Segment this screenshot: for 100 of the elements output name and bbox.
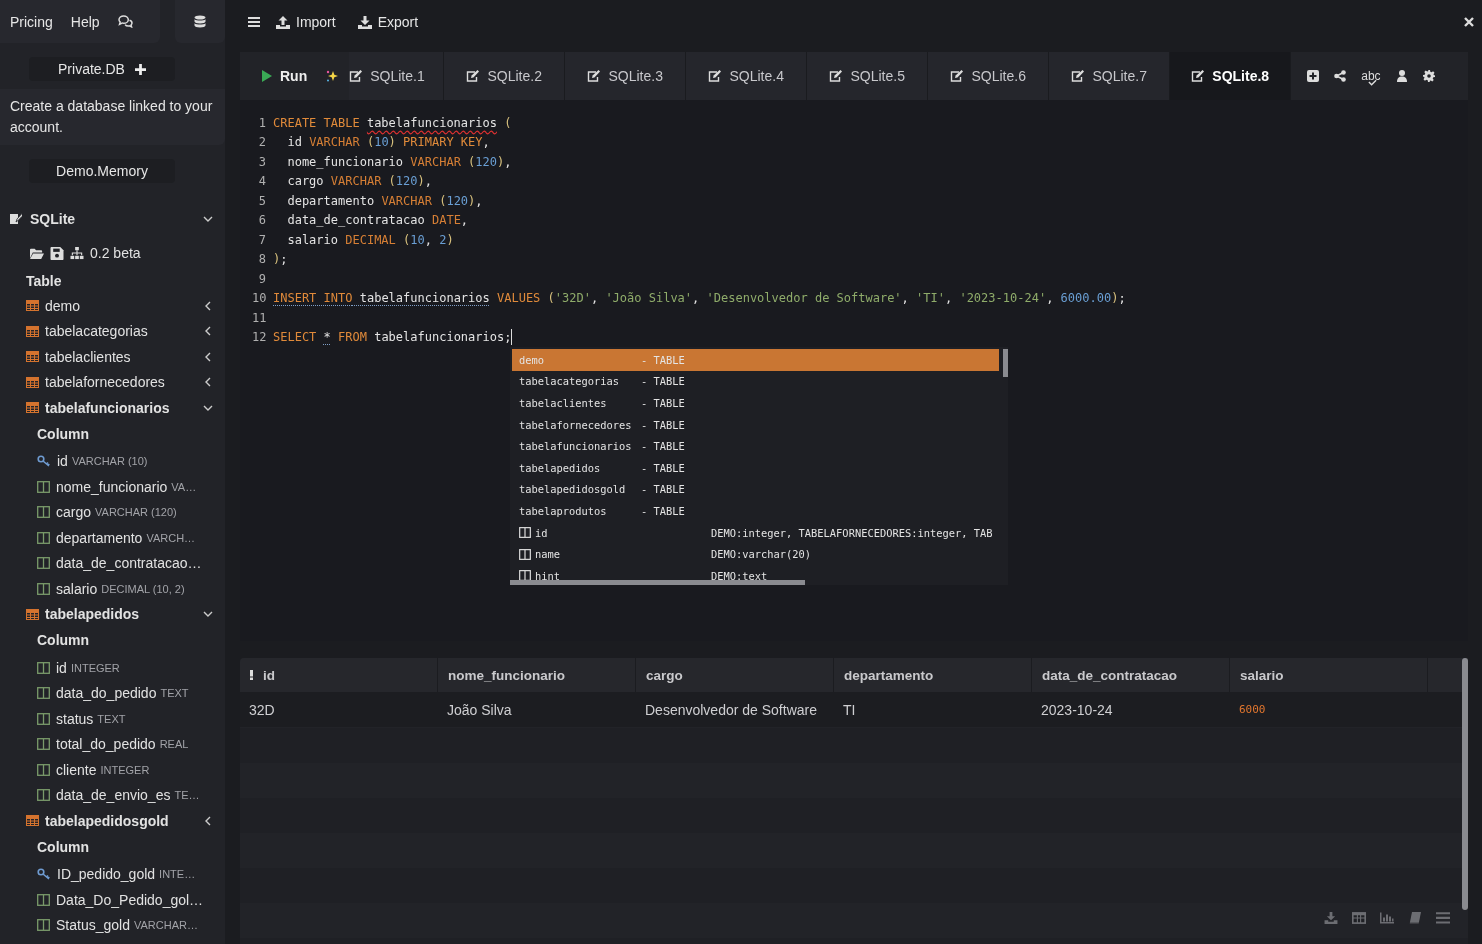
version-label: 0.2 beta [90,245,141,261]
line-number: 5 [257,193,266,208]
chevron-left-icon [203,351,213,362]
code-line: nome_funcionario VARCHAR (120), [286,154,512,169]
table-icon [26,402,39,414]
column-item[interactable]: Data_Do_Pedido_gol… [0,887,225,913]
run-button[interactable]: Run [240,52,308,100]
demo-memory-button[interactable]: Demo.Memory [29,159,175,183]
edit-icon [708,70,723,82]
suggestion-item[interactable]: tabelafuncionarios - TABLE [512,435,999,457]
column-header: Column [36,631,91,650]
line-number: 9 [257,271,266,286]
table-item[interactable]: tabelaclientes [0,344,225,370]
column-item[interactable]: data_de_envio_es TE… [0,782,225,808]
database-header[interactable]: SQLite [0,191,225,229]
notebook-icon [10,213,22,225]
line-number: 12 [252,330,266,345]
column-item[interactable]: id VARCHAR (10) [0,448,225,474]
editor-tab[interactable]: SQLite.6 [928,52,1050,100]
download-icon[interactable] [1324,912,1338,924]
column-item[interactable]: total_do_pedido REAL [0,731,225,757]
table-item[interactable]: tabelapedidos [0,601,225,627]
column-item[interactable]: nome_funcionario VA… [0,474,225,500]
suggestion-item[interactable]: id DEMO:integer, TABELAFORNECEDORES:integer, TAB [512,521,999,544]
column-item[interactable]: data_de_contratacao… [0,550,225,576]
edit-icon [466,70,481,82]
suggestion-item[interactable]: name DEMO:varchar(20) [512,543,999,565]
edit-icon [349,70,364,82]
table-item[interactable]: demo [0,293,225,319]
suggestion-item[interactable]: tabelaclientes - TABLE [512,392,999,414]
sitemap-icon[interactable] [70,246,84,260]
folder-icon[interactable] [30,246,44,260]
line-number: 4 [257,174,266,189]
export-button[interactable]: Export [357,14,419,30]
edit-icon [587,70,602,82]
line-number: 7 [257,232,266,247]
section-title: Table [25,272,63,291]
list-icon[interactable] [1436,912,1450,924]
book-icon[interactable] [1408,912,1422,924]
suggestion-item[interactable]: tabelaprodutos - TABLE [512,500,999,522]
suggestion-item[interactable]: hint DEMO:text [512,564,999,585]
nav-link[interactable]: Help [70,13,100,30]
suggestion-item[interactable]: tabelapedidosgold - TABLE [512,478,999,501]
download-icon [357,15,372,29]
table-item[interactable]: tabelapedidosgold [0,808,225,834]
table-icon [26,300,39,312]
save-icon[interactable] [50,246,64,260]
table-item[interactable]: tabelafuncionarios [0,395,225,421]
chevron-left-icon [203,815,213,826]
column-item[interactable]: cliente INTEGER [0,757,225,783]
column-item[interactable]: Status_gold VARCHAR… [0,912,225,938]
column-item[interactable]: ID_pedido_gold INTE… [0,861,225,887]
spellcheck-button[interactable]: abc [1361,69,1381,83]
add-icon[interactable] [1307,70,1320,82]
editor-tab[interactable]: SQLite.1 [349,52,445,100]
suggestion-item[interactable]: tabelafornecedores - TABLE [512,413,999,436]
bar-chart-icon[interactable] [1380,912,1394,924]
sparkle-icon[interactable] [325,69,340,83]
share-icon[interactable] [1334,70,1347,82]
line-number: 10 [252,291,266,306]
user-icon[interactable] [1395,70,1408,82]
code-line: data_de_contratacao DATE, [286,213,469,228]
edit-icon [1071,70,1086,82]
editor-tab[interactable]: SQLite.4 [686,52,808,100]
scrollbar [1003,349,1008,377]
column-item[interactable]: salario DECIMAL (10, 2) [0,576,225,602]
table-item[interactable]: tabelafornecedores [0,369,225,395]
table-item[interactable]: tabelacategorias [0,318,225,344]
editor-tab[interactable]: SQLite.3 [565,52,687,100]
column-item[interactable]: data_do_pedido TEXT [0,680,225,706]
suggestion-item[interactable]: tabelapedidos - TABLE [512,456,999,479]
play-icon [262,70,272,82]
edit-icon [829,70,844,82]
editor-tab[interactable]: SQLite.8 [1170,52,1292,100]
plus-icon [134,63,146,75]
settings-icon[interactable] [1422,70,1435,82]
column-item[interactable]: status TEXT [0,706,225,732]
editor-tab[interactable]: SQLite.7 [1049,52,1171,100]
table-cell-text: TI [842,701,857,718]
column-icon [519,548,531,560]
nav-link[interactable]: Pricing [10,13,53,30]
table-icon[interactable] [1352,912,1366,924]
code-line: salario DECIMAL (10, 2) [286,232,454,247]
private-db-button[interactable]: Private.DB [29,57,175,81]
column-item[interactable]: departamento VARCH… [0,525,225,551]
close-icon[interactable] [1464,17,1474,27]
line-number: 11 [252,310,266,325]
code-line: id VARCHAR (10) PRIMARY KEY, [286,135,490,150]
database-button[interactable] [175,0,225,43]
suggestion-item[interactable]: tabelacategorias - TABLE [512,370,999,393]
column-item[interactable]: cargo VARCHAR (120) [0,499,225,525]
import-button[interactable]: Import [276,14,336,30]
database-icon [194,14,206,29]
column-item[interactable]: id INTEGER [0,655,225,681]
editor-tab[interactable]: SQLite.5 [807,52,929,100]
chat-icon[interactable] [117,15,133,28]
chevron-down-icon [203,214,213,224]
table-icon [26,815,39,827]
editor-tab[interactable]: SQLite.2 [444,52,566,100]
menu-icon[interactable] [248,17,260,27]
